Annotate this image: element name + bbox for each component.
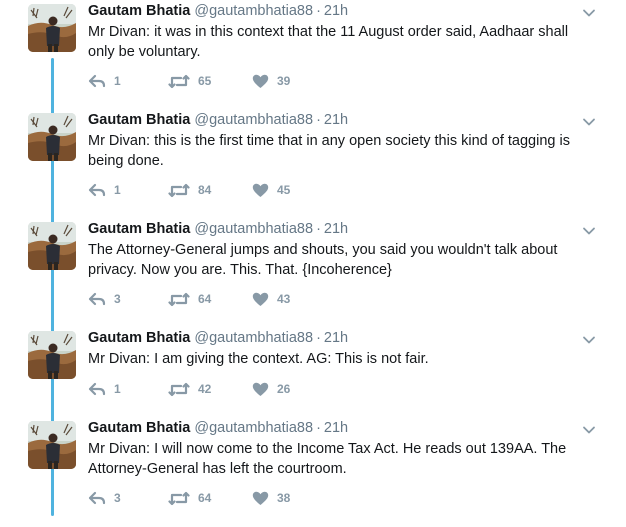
retweet-count: 84 (198, 183, 212, 197)
tweet-text: Mr Divan: I will now come to the Income … (88, 441, 567, 477)
retweet-icon (168, 183, 198, 198)
tweet-text: Mr Divan: I am giving the context. AG: T… (88, 351, 429, 367)
display-name[interactable]: Gautam Bhatia (88, 3, 190, 19)
like-count: 26 (277, 382, 291, 396)
reply-button[interactable]: 1 (88, 380, 121, 398)
display-name[interactable]: Gautam Bhatia (88, 330, 190, 346)
retweet-count: 64 (198, 491, 212, 505)
timestamp[interactable]: 21h (324, 330, 348, 346)
retweet-count: 64 (198, 292, 212, 306)
avatar[interactable] (28, 421, 76, 469)
user-handle[interactable]: @gautambhatia88 (194, 112, 313, 128)
avatar[interactable] (28, 331, 76, 379)
retweet-icon (168, 292, 198, 307)
retweet-button[interactable]: 65 (168, 72, 211, 90)
reply-count: 1 (114, 74, 121, 88)
tweet-header: Gautam Bhatia @gautambhatia88 · 21h (88, 112, 348, 128)
heart-icon (252, 292, 277, 307)
reply-button[interactable]: 1 (88, 72, 121, 90)
chevron-down-icon[interactable] (582, 6, 596, 20)
retweet-button[interactable]: 42 (168, 380, 211, 398)
user-handle[interactable]: @gautambhatia88 (194, 330, 313, 346)
retweet-icon (168, 491, 198, 506)
tweet-text: Mr Divan: this is the first time that in… (88, 133, 570, 169)
tweet[interactable]: Gautam Bhatia @gautambhatia88 · 21h Mr Diva… (0, 109, 626, 219)
chevron-down-icon[interactable] (582, 115, 596, 129)
display-name[interactable]: Gautam Bhatia (88, 420, 190, 436)
reply-icon (88, 292, 114, 307)
reply-count: 1 (114, 382, 121, 396)
reply-icon (88, 74, 114, 89)
user-handle[interactable]: @gautambhatia88 (194, 3, 313, 19)
like-count: 43 (277, 292, 291, 306)
reply-icon (88, 491, 114, 506)
heart-icon (252, 491, 277, 506)
retweet-count: 65 (198, 74, 212, 88)
timestamp[interactable]: 21h (324, 221, 348, 237)
like-button[interactable]: 38 (252, 489, 290, 507)
avatar[interactable] (28, 222, 76, 270)
retweet-icon (168, 74, 198, 89)
display-name[interactable]: Gautam Bhatia (88, 221, 190, 237)
timestamp[interactable]: 21h (324, 112, 348, 128)
retweet-button[interactable]: 64 (168, 290, 211, 308)
reply-count: 3 (114, 491, 121, 505)
retweet-count: 42 (198, 382, 212, 396)
tweet[interactable]: Gautam Bhatia @gautambhatia88 · 21h The Att… (0, 218, 626, 328)
avatar[interactable] (28, 4, 76, 52)
like-button[interactable]: 39 (252, 72, 290, 90)
separator-dot: · (316, 420, 321, 436)
tweet-text: Mr Divan: it was in this context that th… (88, 24, 569, 60)
heart-icon (252, 74, 277, 89)
separator-dot: · (316, 112, 321, 128)
tweet[interactable]: Gautam Bhatia @gautambhatia88 · 21h Mr Diva… (0, 417, 626, 527)
display-name[interactable]: Gautam Bhatia (88, 112, 190, 128)
chevron-down-icon[interactable] (582, 423, 596, 437)
separator-dot: · (316, 3, 321, 19)
like-button[interactable]: 26 (252, 380, 290, 398)
tweet-header: Gautam Bhatia @gautambhatia88 · 21h (88, 330, 348, 346)
separator-dot: · (316, 221, 321, 237)
tweet-header: Gautam Bhatia @gautambhatia88 · 21h (88, 3, 348, 19)
user-handle[interactable]: @gautambhatia88 (194, 221, 313, 237)
tweet-header: Gautam Bhatia @gautambhatia88 · 21h (88, 221, 348, 237)
reply-count: 3 (114, 292, 121, 306)
reply-icon (88, 183, 114, 198)
reply-count: 1 (114, 183, 121, 197)
like-count: 38 (277, 491, 291, 505)
timestamp[interactable]: 21h (324, 3, 348, 19)
reply-button[interactable]: 3 (88, 489, 121, 507)
separator-dot: · (316, 330, 321, 346)
retweet-button[interactable]: 84 (168, 181, 211, 199)
tweet-header: Gautam Bhatia @gautambhatia88 · 21h (88, 420, 348, 436)
tweet-text: The Attorney-General jumps and shouts, y… (88, 242, 558, 278)
timestamp[interactable]: 21h (324, 420, 348, 436)
user-handle[interactable]: @gautambhatia88 (194, 420, 313, 436)
like-count: 45 (277, 183, 291, 197)
retweet-icon (168, 382, 198, 397)
reply-button[interactable]: 3 (88, 290, 121, 308)
reply-icon (88, 382, 114, 397)
chevron-down-icon[interactable] (582, 224, 596, 238)
like-button[interactable]: 43 (252, 290, 290, 308)
tweet[interactable]: Gautam Bhatia @gautambhatia88 · 21h Mr Diva… (0, 0, 626, 110)
like-count: 39 (277, 74, 291, 88)
avatar[interactable] (28, 113, 76, 161)
chevron-down-icon[interactable] (582, 333, 596, 347)
reply-button[interactable]: 1 (88, 181, 121, 199)
like-button[interactable]: 45 (252, 181, 290, 199)
retweet-button[interactable]: 64 (168, 489, 211, 507)
heart-icon (252, 183, 277, 198)
heart-icon (252, 382, 277, 397)
